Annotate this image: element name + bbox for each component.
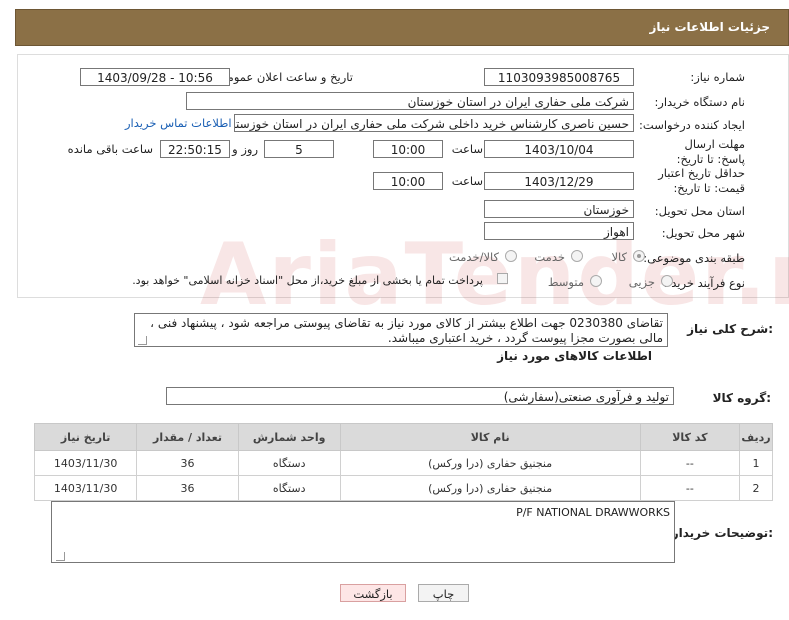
treasury-payment-note: پرداخت تمام یا بخشی از مبلغ خرید،از محل … (132, 274, 483, 287)
col-code: کد کالا (639, 423, 741, 451)
remaining-label: ساعت باقی مانده (67, 142, 153, 156)
cell-date: 1403/11/30 (33, 475, 138, 501)
resize-handle-icon[interactable] (56, 552, 65, 561)
category-label: طبقه بندی موضوعی: (643, 251, 745, 265)
category-goods-radio[interactable] (633, 250, 645, 262)
cell-qty: 36 (136, 450, 239, 476)
province-label: استان محل تحویل: (654, 204, 745, 218)
province-field: خوزستان (484, 200, 634, 218)
deadline-date-field: 1403/10/04 (484, 140, 634, 158)
resize-handle-icon[interactable] (138, 336, 147, 345)
cell-name: منجنیق حفاری (درا ورکس) (339, 450, 641, 476)
remaining-time-field: 22:50:15 (160, 140, 230, 158)
process-label: نوع فرآیند خرید : (663, 276, 745, 290)
table-row: 2 -- منجنیق حفاری (درا ورکس) دستگاه 36 1… (33, 475, 773, 501)
table-header-row: ردیف کد کالا نام کالا واحد شمارش تعداد /… (33, 423, 773, 451)
process-minor-radio[interactable] (661, 275, 673, 287)
cell-row: 2 (739, 475, 773, 501)
back-button[interactable]: بازگشت (340, 584, 406, 602)
creator-label: ایجاد کننده درخواست: (639, 118, 745, 132)
days-label: روز و (232, 142, 258, 156)
validity-time-label: ساعت (451, 174, 483, 188)
cell-row: 1 (739, 450, 773, 476)
cell-code: -- (639, 475, 741, 501)
need-number-field: 1103093985008765 (484, 68, 634, 86)
deadline-time-label: ساعت (451, 142, 483, 156)
category-service-radio[interactable] (571, 250, 583, 262)
announce-date-field: 1403/09/28 - 10:56 (80, 68, 230, 86)
col-date: تاریخ نیاز (33, 423, 138, 451)
goods-group-label: گروه کالا: (712, 391, 771, 405)
cell-name: منجنیق حفاری (درا ورکس) (339, 475, 641, 501)
description-text: تقاضای 0230380 جهت اطلاع بیشتر از کالای … (134, 313, 668, 347)
announce-label: تاریخ و ساعت اعلان عمومی: (214, 70, 353, 84)
deadline-label: مهلت ارسال پاسخ: تا تاریخ: (676, 137, 745, 166)
page-title: جزئیات اطلاعات نیاز (649, 20, 770, 34)
category-goods-label: کالا (611, 250, 627, 264)
col-row: ردیف (739, 423, 773, 451)
cell-qty: 36 (136, 475, 239, 501)
city-field: اهواز (484, 222, 634, 240)
page-header: جزئیات اطلاعات نیاز (15, 9, 789, 46)
process-medium-label: متوسط (547, 275, 584, 289)
buyer-org-field: شرکت ملی حفاری ایران در استان خوزستان (186, 92, 634, 110)
table-row: 1 -- منجنیق حفاری (درا ورکس) دستگاه 36 1… (33, 450, 773, 476)
validity-label: حداقل تاریخ اعتبار قیمت: تا تاریخ: (658, 166, 745, 195)
col-qty: تعداد / مقدار (136, 423, 239, 451)
col-unit: واحد شمارش (237, 423, 341, 451)
validity-date-field: 1403/12/29 (484, 172, 634, 190)
days-field: 5 (264, 140, 334, 158)
description-label: شرح کلی نیاز: (687, 322, 773, 336)
cell-code: -- (639, 450, 741, 476)
cell-date: 1403/11/30 (33, 450, 138, 476)
print-button[interactable]: چاپ (418, 584, 469, 602)
category-both-label: کالا/خدمت (448, 250, 499, 264)
process-minor-label: جزیی (628, 275, 655, 289)
process-medium-radio[interactable] (590, 275, 602, 287)
cell-unit: دستگاه (237, 450, 341, 476)
col-name: نام کالا (339, 423, 641, 451)
buyer-org-label: نام دستگاه خریدار: (654, 95, 745, 109)
cell-unit: دستگاه (237, 475, 341, 501)
treasury-payment-checkbox[interactable] (497, 273, 508, 284)
category-service-label: خدمت (534, 250, 565, 264)
buyer-notes-field: P/F NATIONAL DRAWWORKS (51, 501, 675, 563)
buyer-contact-link[interactable]: اطلاعات تماس خریدار (125, 116, 232, 130)
need-number-label: شماره نیاز: (690, 70, 745, 84)
goods-group-field: تولید و فرآوری صنعتی(سفارشی) (166, 387, 674, 405)
category-both-radio[interactable] (505, 250, 517, 262)
creator-field: حسین ناصری کارشناس خرید داخلی شرکت ملی ح… (234, 114, 634, 132)
validity-time-field: 10:00 (373, 172, 443, 190)
goods-section-title: اطلاعات کالاهای مورد نیاز (497, 349, 652, 363)
deadline-time-field: 10:00 (373, 140, 443, 158)
goods-table: ردیف کد کالا نام کالا واحد شمارش تعداد /… (33, 423, 773, 501)
city-label: شهر محل تحویل: (661, 226, 745, 240)
buyer-notes-label: توضیحات خریدار: (671, 526, 773, 540)
